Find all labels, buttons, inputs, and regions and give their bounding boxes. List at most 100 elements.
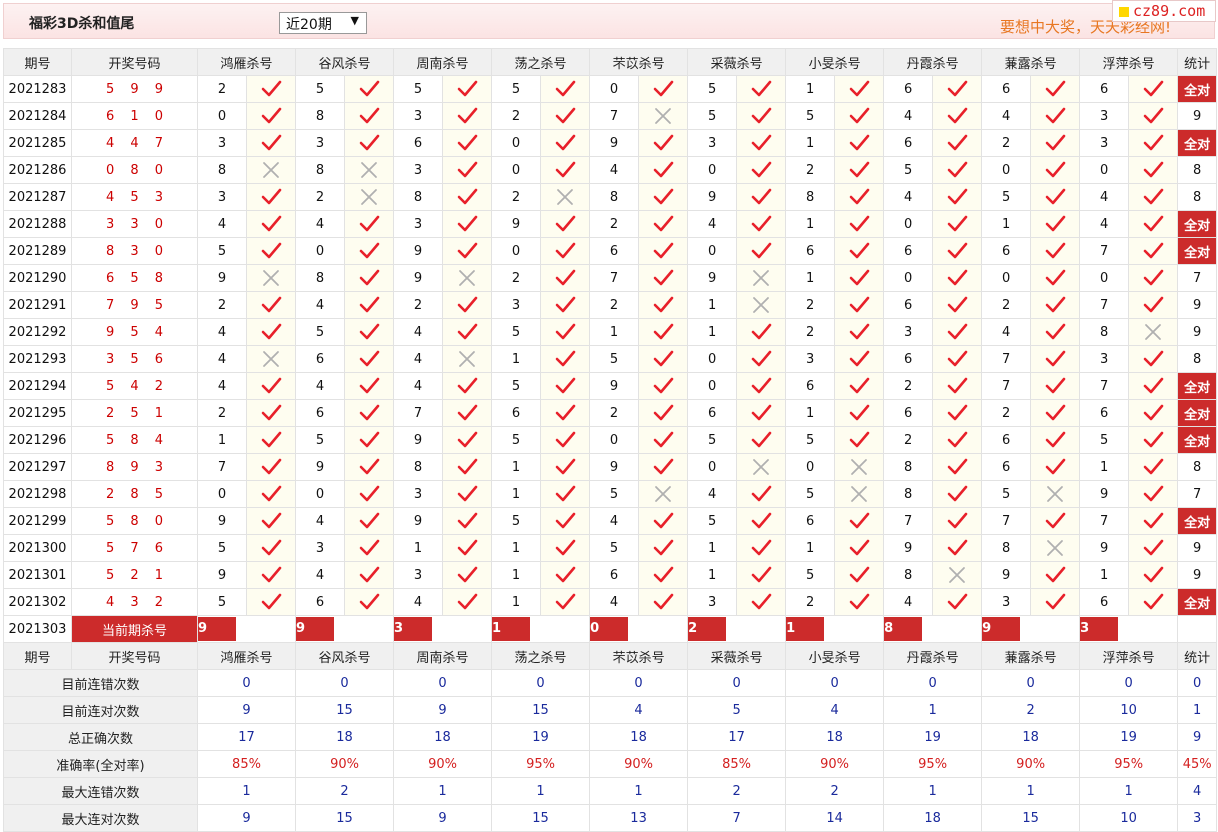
kill-number-cell: 5: [785, 480, 836, 508]
check-icon: [849, 269, 870, 286]
kill-number-cell: 4: [197, 318, 247, 346]
check-icon: [457, 431, 478, 448]
kill-number-cell: 3: [393, 561, 444, 589]
check-icon: [555, 458, 576, 475]
check-icon: [359, 107, 380, 124]
draw-numbers-cell: 5 8 4: [71, 426, 198, 454]
stat-cell: 9: [1177, 318, 1218, 346]
kill-number-cell: 5: [197, 237, 247, 265]
kill-number-cell: 5: [589, 480, 640, 508]
chevron-down-icon: ▼: [350, 14, 359, 27]
summary-value: 0: [1079, 669, 1179, 697]
summary-value: 1: [883, 696, 983, 724]
kill-number-cell: 2: [491, 102, 542, 130]
result-mark-cell: [1030, 102, 1081, 130]
check-icon: [261, 323, 282, 340]
kill-number-cell: 8: [393, 183, 444, 211]
cross-icon: [263, 162, 279, 178]
result-mark-cell: [834, 399, 885, 427]
kill-number-cell: 6: [981, 426, 1032, 454]
result-mark-cell: [1030, 588, 1081, 616]
cross-icon: [753, 459, 769, 475]
kill-number-cell: 0: [1079, 264, 1130, 292]
check-icon: [555, 296, 576, 313]
check-icon: [653, 242, 674, 259]
summary-stat-value: 3: [1177, 804, 1218, 832]
kill-number-cell: 9: [393, 264, 444, 292]
check-icon: [1143, 242, 1164, 259]
cross-icon: [655, 108, 671, 124]
kill-number-cell: 1: [785, 129, 836, 157]
summary-label: 总正确次数: [3, 723, 198, 751]
check-icon: [457, 80, 478, 97]
summary-value: 18: [883, 804, 983, 832]
kill-number-cell: 0: [491, 156, 542, 184]
result-mark-cell: [834, 264, 885, 292]
result-mark-cell: [442, 210, 493, 238]
check-icon: [1045, 350, 1066, 367]
cross-icon: [263, 351, 279, 367]
kill-number-cell: 7: [981, 372, 1032, 400]
kill-number-cell: 8: [883, 480, 934, 508]
check-icon: [261, 404, 282, 421]
check-icon: [457, 296, 478, 313]
check-icon: [1045, 161, 1066, 178]
kill-number-cell: 6: [1079, 75, 1130, 103]
draw-numbers-cell: 0 8 0: [71, 156, 198, 184]
kill-number-cell: 9: [1079, 534, 1130, 562]
result-mark-cell: [736, 237, 787, 265]
check-icon: [1045, 242, 1066, 259]
check-icon: [359, 404, 380, 421]
kill-number-cell: 9: [883, 534, 934, 562]
check-icon: [653, 323, 674, 340]
current-kill-cell: 8: [883, 615, 983, 643]
result-mark-cell: [540, 399, 591, 427]
result-mark-cell: [540, 534, 591, 562]
check-icon: [555, 269, 576, 286]
cross-icon: [263, 270, 279, 286]
result-mark-cell: [638, 345, 689, 373]
kill-number-cell: 4: [295, 372, 346, 400]
draw-numbers-cell: 4 4 7: [71, 129, 198, 157]
draw-numbers-cell: 2 5 1: [71, 399, 198, 427]
result-mark-cell: [932, 372, 983, 400]
kill-number-cell: 4: [197, 345, 247, 373]
check-icon: [457, 215, 478, 232]
result-mark-cell: [1128, 372, 1179, 400]
summary-value: 0: [589, 669, 689, 697]
check-icon: [751, 593, 772, 610]
kill-number-cell: 0: [883, 210, 934, 238]
period-select[interactable]: 近20期 ▼: [279, 12, 367, 34]
result-mark-cell: [344, 507, 395, 535]
result-mark-cell: [245, 345, 297, 373]
result-mark-cell: [1030, 561, 1081, 589]
check-icon: [261, 539, 282, 556]
kill-number-cell: 6: [491, 399, 542, 427]
check-icon: [555, 539, 576, 556]
stat-cell: 7: [1177, 480, 1218, 508]
check-icon: [457, 161, 478, 178]
kill-number-cell: 3: [393, 480, 444, 508]
kill-number-cell: 0: [687, 156, 738, 184]
kill-number-cell: 4: [295, 291, 346, 319]
result-mark-cell: [1030, 372, 1081, 400]
kill-number-cell: 1: [981, 210, 1032, 238]
check-icon: [1045, 512, 1066, 529]
check-icon: [849, 377, 870, 394]
kill-number-cell: 4: [295, 507, 346, 535]
kill-number-cell: 3: [1079, 129, 1130, 157]
check-icon: [653, 458, 674, 475]
result-mark-cell: [540, 588, 591, 616]
kill-number-cell: 2: [981, 129, 1032, 157]
summary-value: 18: [589, 723, 689, 751]
check-icon: [1045, 215, 1066, 232]
kill-number-cell: 1: [785, 399, 836, 427]
site-logo[interactable]: cz89.com: [1112, 0, 1216, 22]
check-icon: [751, 242, 772, 259]
kill-number-cell: 9: [687, 183, 738, 211]
check-icon: [261, 431, 282, 448]
summary-value: 19: [1079, 723, 1179, 751]
check-icon: [555, 107, 576, 124]
kill-number-cell: 8: [883, 453, 934, 481]
summary-header-row: 期号 开奖号码 鸿雁杀号 谷风杀号 周南杀号 荡之杀号 芣苡杀号 采薇杀号 小旻…: [3, 642, 1218, 670]
